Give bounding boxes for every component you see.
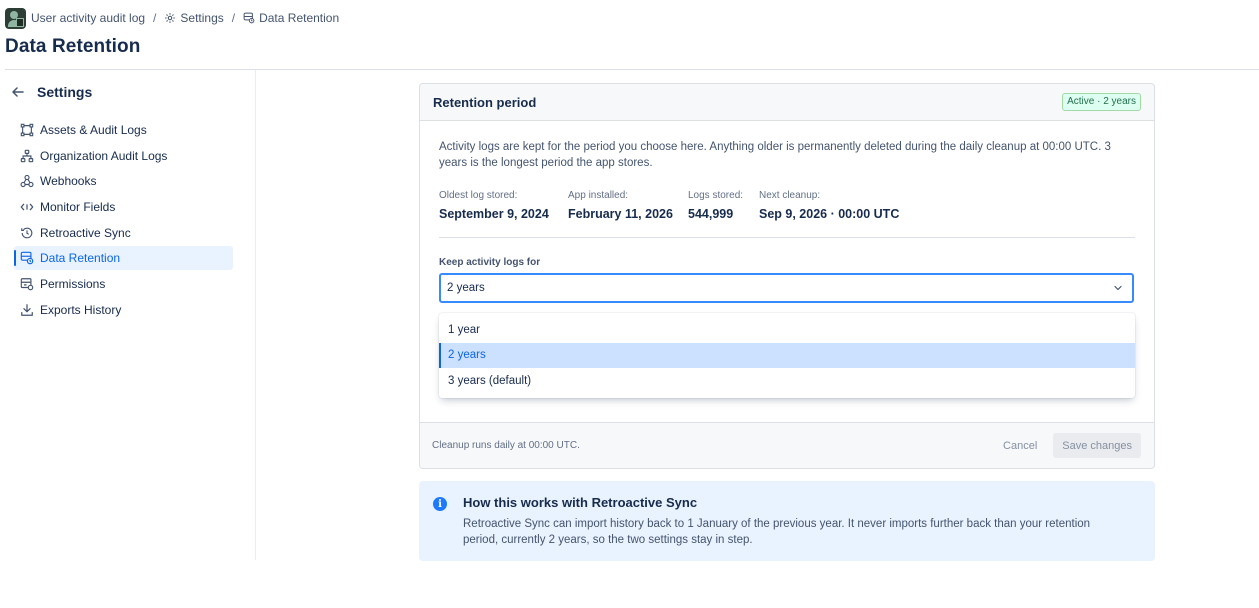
retention-period-card: Retention period Active · 2 years Activi…	[419, 83, 1155, 469]
sidebar-item-webhooks[interactable]: Webhooks	[14, 169, 233, 193]
cancel-button[interactable]: Cancel	[1003, 440, 1037, 452]
retention-stats: Oldest log stored: September 9, 2024 App…	[439, 190, 1134, 221]
status-badge: Active · 2 years	[1062, 93, 1141, 111]
stat-value: 544,999	[688, 207, 734, 221]
sidebar-item-organization-audit-logs[interactable]: Organization Audit Logs	[14, 144, 233, 168]
stat-value: Sep 9, 2026 · 00:00 UTC	[759, 207, 900, 221]
sidebar-item-label: Exports History	[40, 302, 122, 317]
sidebar-item-label: Monitor Fields	[40, 200, 116, 215]
breadcrumb-current-label: Data Retention	[259, 11, 340, 25]
back-arrow-icon[interactable]	[10, 84, 26, 100]
info-icon: i	[433, 497, 447, 511]
stat-oldest-log: Oldest log stored: September 9, 2024	[439, 190, 568, 221]
sidebar-nav: Assets & Audit Logs Organization Audit L…	[14, 118, 233, 324]
org-tree-icon	[20, 149, 34, 162]
card-body: Activity logs are kept for the period yo…	[420, 121, 1154, 303]
download-icon	[21, 303, 33, 316]
sidebar-item-label: Data Retention	[40, 251, 121, 266]
data-retention-icon	[243, 12, 255, 24]
retroactive-sync-info: i How this works with Retroactive Sync R…	[419, 481, 1155, 561]
breadcrumb-separator: /	[153, 11, 157, 25]
sidebar-item-label: Retroactive Sync	[40, 225, 131, 240]
breadcrumb-settings-label: Settings	[180, 11, 224, 25]
sidebar-item-exports-history[interactable]: Exports History	[14, 298, 233, 322]
sidebar-header: Settings	[10, 84, 92, 100]
stat-value: February 11, 2026	[568, 207, 673, 221]
sidebar-title: Settings	[37, 84, 93, 100]
settings-sidebar: Settings Assets & Audit Logs Organizatio…	[0, 70, 256, 560]
breadcrumb-app-label: User activity audit log	[31, 11, 146, 25]
sidebar-item-label: Organization Audit Logs	[40, 148, 168, 163]
option-2-years[interactable]: 2 years	[439, 342, 1135, 368]
chevron-down-icon	[1114, 285, 1122, 291]
breadcrumb-separator: /	[231, 11, 236, 25]
breadcrumb-app-link[interactable]: User activity audit log	[31, 11, 145, 25]
select-value: 2 years	[447, 282, 485, 294]
info-title: How this works with Retroactive Sync	[463, 495, 698, 510]
stat-label: Oldest log stored:	[439, 190, 518, 201]
stat-label: Next cleanup:	[759, 190, 821, 201]
sidebar-item-label: Assets & Audit Logs	[40, 123, 147, 137]
retention-description: Activity logs are kept for the period yo…	[439, 141, 1111, 169]
card-title: Retention period	[433, 94, 537, 110]
save-changes-button[interactable]: Save changes	[1053, 433, 1141, 458]
info-content: How this works with Retroactive Sync Ret…	[463, 495, 1103, 561]
card-header: Retention period Active · 2 years	[420, 84, 1154, 121]
option-3-years-default[interactable]: 3 years (default)	[439, 368, 1135, 394]
permissions-icon	[20, 278, 34, 291]
stat-value: September 9, 2024	[439, 207, 549, 221]
stat-app-installed: App installed: February 11, 2026	[568, 190, 688, 221]
gear-icon	[165, 13, 176, 23]
cleanup-note: Cleanup runs daily at 00:00 UTC.	[432, 440, 580, 451]
retention-options-menu: 1 year 2 years 3 years (default)	[439, 313, 1135, 398]
page-title: Data Retention	[5, 36, 141, 57]
stat-label: App installed:	[568, 190, 629, 201]
sidebar-item-retroactive-sync[interactable]: Retroactive Sync	[14, 221, 233, 245]
retention-period-select[interactable]: 2 years	[439, 273, 1134, 303]
sidebar-item-label: Permissions	[40, 277, 106, 292]
assets-icon	[20, 123, 34, 137]
app-logo-icon	[5, 7, 26, 29]
stat-logs-stored: Logs stored: 544,999	[688, 190, 759, 221]
stat-next-cleanup: Next cleanup: Sep 9, 2026 · 00:00 UTC	[759, 190, 899, 221]
sidebar-item-label: Webhooks	[40, 174, 97, 189]
section-divider	[439, 237, 1135, 238]
breadcrumb-current: Data Retention	[243, 11, 339, 25]
footer-actions: Cancel Save changes	[1003, 433, 1141, 458]
breadcrumb: User activity audit log / Settings / Dat…	[5, 7, 339, 29]
stat-label: Logs stored:	[688, 190, 744, 201]
sidebar-item-data-retention[interactable]: Data Retention	[14, 246, 233, 271]
history-icon	[21, 227, 33, 239]
code-icon	[20, 203, 34, 211]
breadcrumb-settings-link[interactable]: Settings	[164, 11, 224, 25]
option-1-year[interactable]: 1 year	[439, 317, 1135, 343]
sidebar-item-monitor-fields[interactable]: Monitor Fields	[14, 195, 233, 219]
data-retention-icon	[20, 252, 34, 265]
webhook-icon	[20, 175, 34, 188]
card-footer: Cleanup runs daily at 00:00 UTC. Cancel …	[420, 422, 1154, 468]
sidebar-item-permissions[interactable]: Permissions	[14, 272, 233, 296]
info-text: Retroactive Sync can import history back…	[463, 518, 1091, 546]
retention-field-label: Keep activity logs for	[439, 257, 541, 268]
sidebar-item-assets-audit-logs[interactable]: Assets & Audit Logs	[14, 118, 233, 142]
